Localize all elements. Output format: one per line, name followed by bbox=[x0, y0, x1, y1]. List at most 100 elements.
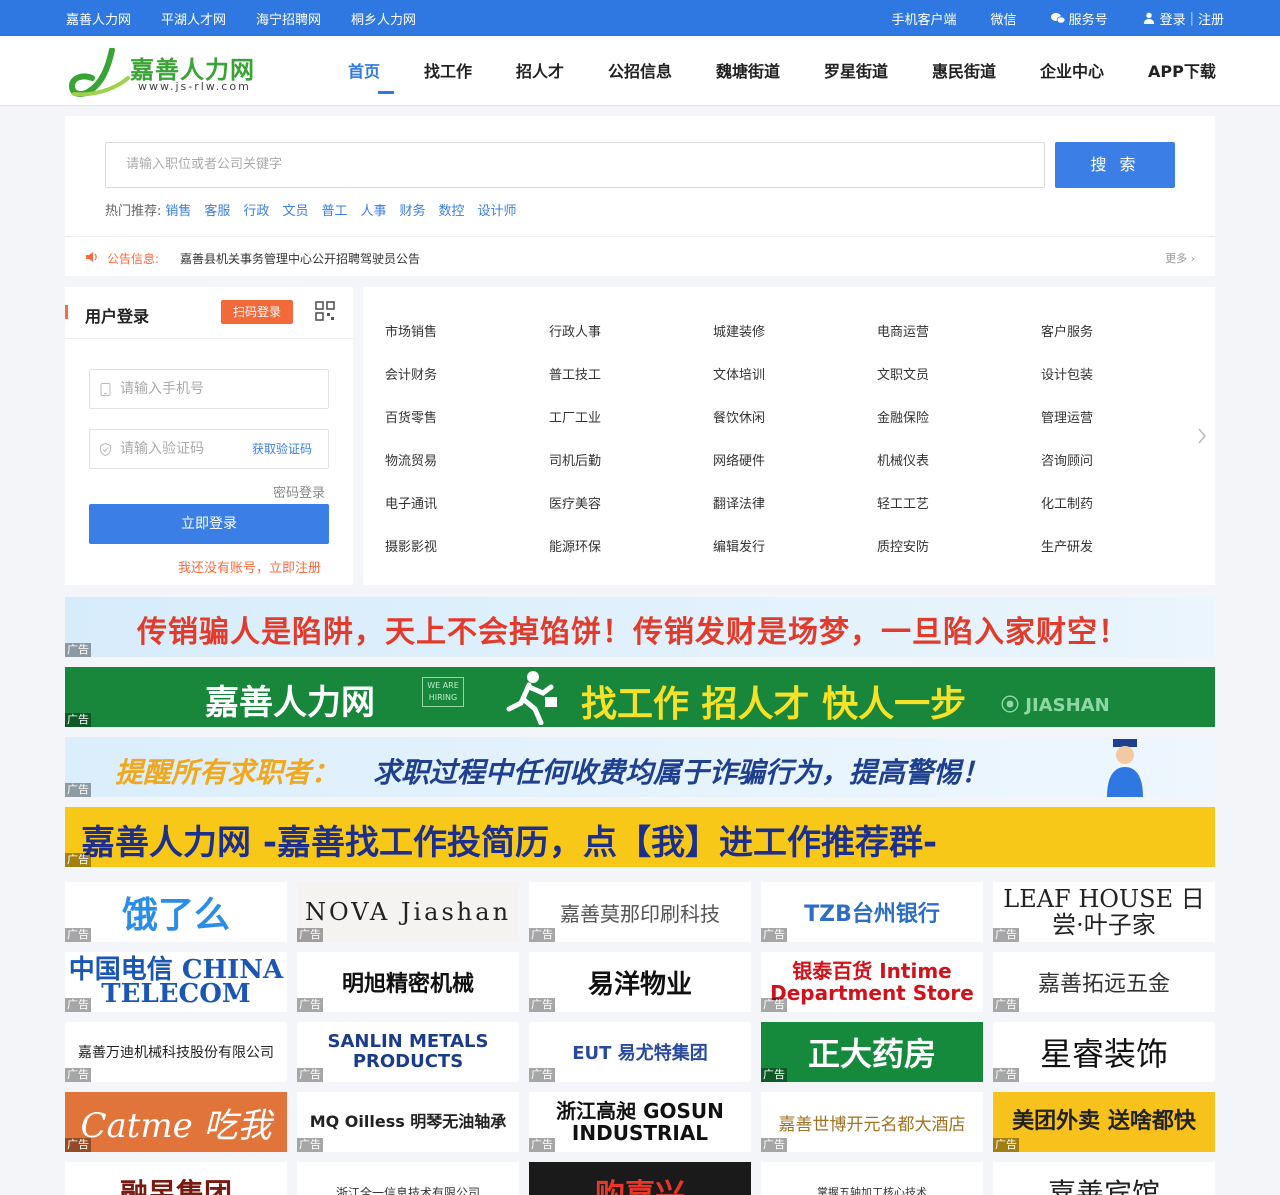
scan-login-button[interactable]: 扫码登录 bbox=[221, 300, 293, 324]
category-link[interactable]: 化工制药 bbox=[1041, 493, 1093, 512]
login-link[interactable]: 登录 | 注册 bbox=[1142, 9, 1224, 28]
register-link[interactable]: 我还没有账号，立即注册 bbox=[178, 557, 321, 576]
sponsor-logo-ad[interactable]: LEAF HOUSE 日尝·叶子家 广告 bbox=[993, 882, 1215, 942]
category-link[interactable]: 生产研发 bbox=[1041, 536, 1093, 555]
site-logo[interactable]: 嘉善人力网 www.js-rlw.com bbox=[68, 46, 268, 98]
category-link[interactable]: 司机后勤 bbox=[549, 450, 601, 469]
site-link[interactable]: 桐乡人力网 bbox=[351, 9, 416, 28]
category-link[interactable]: 编辑发行 bbox=[713, 536, 765, 555]
category-link[interactable]: 工厂工业 bbox=[549, 407, 601, 426]
category-link[interactable]: 百货零售 bbox=[385, 407, 437, 426]
site-link[interactable]: 嘉善人力网 bbox=[66, 9, 131, 28]
nav-app-download[interactable]: APP下载 bbox=[1148, 36, 1216, 106]
nav-public-recruit[interactable]: 公招信息 bbox=[608, 36, 716, 106]
category-link[interactable]: 客户服务 bbox=[1041, 321, 1093, 340]
sponsor-logo-ad[interactable]: 饿了么 广告 bbox=[65, 882, 287, 942]
sponsor-logo-ad[interactable]: NOVA Jiashan 广告 bbox=[297, 882, 519, 942]
category-link[interactable]: 能源环保 bbox=[549, 536, 601, 555]
hot-keyword[interactable]: 客服 bbox=[204, 200, 230, 219]
hot-keyword[interactable]: 设计师 bbox=[478, 200, 517, 219]
sponsor-logo-ad[interactable]: 嘉善世博开元名都大酒店 广告 bbox=[761, 1092, 983, 1152]
nav-huimin[interactable]: 惠民街道 bbox=[932, 36, 1040, 106]
ad-banner-anti-mlm[interactable]: 传销骗人是陷阱，天上不会掉馅饼！传销发财是场梦，一旦陷入家财空！ 广告 bbox=[65, 597, 1215, 657]
category-link[interactable]: 普工技工 bbox=[549, 364, 601, 383]
category-link[interactable]: 设计包装 bbox=[1041, 364, 1093, 383]
sponsor-logo-ad[interactable]: TZB台州银行 广告 bbox=[761, 882, 983, 942]
sponsor-logo-ad[interactable]: 融昱集团广告 bbox=[65, 1162, 287, 1195]
category-link[interactable]: 管理运营 bbox=[1041, 407, 1093, 426]
site-link[interactable]: 海宁招聘网 bbox=[256, 9, 321, 28]
category-link[interactable]: 翻译法律 bbox=[713, 493, 765, 512]
sponsor-logo-ad[interactable]: 中国电信 CHINA TELECOM 广告 bbox=[65, 952, 287, 1012]
sponsor-logo-ad[interactable]: Catme 吃我 广告 bbox=[65, 1092, 287, 1152]
password-login-link[interactable]: 密码登录 bbox=[273, 482, 325, 501]
sponsor-logo-ad[interactable]: 购嘉兴广告 bbox=[529, 1162, 751, 1195]
notice-link[interactable]: 嘉善县机关事务管理中心公开招聘驾驶员公告 bbox=[180, 250, 420, 267]
nav-find-talent[interactable]: 招人才 bbox=[516, 36, 608, 106]
nav-find-job[interactable]: 找工作 bbox=[424, 36, 516, 106]
wechat-link[interactable]: 微信 bbox=[991, 9, 1017, 28]
sponsor-logo-ad[interactable]: 掌握五轴加工核心技术广告 bbox=[761, 1162, 983, 1195]
category-link[interactable]: 文体培训 bbox=[713, 364, 765, 383]
category-link[interactable]: 咨询顾问 bbox=[1041, 450, 1093, 469]
category-link[interactable]: 餐饮休闲 bbox=[713, 407, 765, 426]
sponsor-logo-ad[interactable]: 正大药房 广告 bbox=[761, 1022, 983, 1082]
category-link[interactable]: 电子通讯 bbox=[385, 493, 437, 512]
category-link[interactable]: 行政人事 bbox=[549, 321, 601, 340]
sponsor-logo-ad[interactable]: 嘉善宾馆广告 bbox=[993, 1162, 1215, 1195]
service-account-link[interactable]: 服务号 bbox=[1050, 9, 1108, 28]
site-link[interactable]: 平湖人才网 bbox=[161, 9, 226, 28]
sponsor-logo-ad[interactable]: 浙江全一信息技术有限公司广告 bbox=[297, 1162, 519, 1195]
register-link[interactable]: 注册 bbox=[1198, 9, 1224, 28]
hot-keyword[interactable]: 数控 bbox=[439, 200, 465, 219]
sponsor-logo-ad[interactable]: MQ Oilless 明琴无油轴承 广告 bbox=[297, 1092, 519, 1152]
nav-home[interactable]: 首页 bbox=[348, 36, 424, 106]
ad-banner-jsrlw[interactable]: 嘉善人力网 WE ARE HIRING 找工作 招人才 快人一步 ⦿ JIASH… bbox=[65, 667, 1215, 727]
category-link[interactable]: 物流贸易 bbox=[385, 450, 437, 469]
nav-luoxing[interactable]: 罗星街道 bbox=[824, 36, 932, 106]
ad-banner-fraud-warning[interactable]: 提醒所有求职者： 求职过程中任何收费均属于诈骗行为，提高警惕！ 广告 bbox=[65, 737, 1215, 797]
category-link[interactable]: 电商运营 bbox=[877, 321, 929, 340]
phone-input[interactable]: 请输入手机号 bbox=[89, 369, 329, 409]
login-submit-button[interactable]: 立即登录 bbox=[89, 504, 329, 544]
hot-keyword[interactable]: 行政 bbox=[243, 200, 269, 219]
sponsor-logo-ad[interactable]: 星睿装饰 广告 bbox=[993, 1022, 1215, 1082]
hot-keyword[interactable]: 普工 bbox=[321, 200, 347, 219]
notice-more-link[interactable]: 更多 › bbox=[1165, 250, 1195, 266]
category-link[interactable]: 机械仪表 bbox=[877, 450, 929, 469]
code-input[interactable]: 请输入验证码 获取验证码 bbox=[89, 429, 329, 469]
sponsor-logo-ad[interactable]: 银泰百货 Intime Department Store 广告 bbox=[761, 952, 983, 1012]
search-button[interactable]: 搜 索 bbox=[1055, 142, 1175, 188]
nav-weitang[interactable]: 魏塘街道 bbox=[716, 36, 824, 106]
category-link[interactable]: 摄影影视 bbox=[385, 536, 437, 555]
sponsor-logo-ad[interactable]: 嘉善万迪机械科技股份有限公司 广告 bbox=[65, 1022, 287, 1082]
sponsor-logo-ad[interactable]: 嘉善莫那印刷科技 广告 bbox=[529, 882, 751, 942]
sponsor-logo-ad[interactable]: 嘉善拓远五金 广告 bbox=[993, 952, 1215, 1012]
category-link[interactable]: 城建装修 bbox=[713, 321, 765, 340]
sponsor-logo-ad[interactable]: 浙江高昶 GOSUN INDUSTRIAL 广告 bbox=[529, 1092, 751, 1152]
chevron-right-icon[interactable] bbox=[1197, 427, 1207, 445]
get-code-button[interactable]: 获取验证码 bbox=[252, 430, 312, 468]
sponsor-logo-ad[interactable]: 美团外卖 送啥都快 广告 bbox=[993, 1092, 1215, 1152]
search-input[interactable]: 请输入职位或者公司关键字 bbox=[105, 142, 1045, 188]
category-link[interactable]: 文职文员 bbox=[877, 364, 929, 383]
nav-enterprise[interactable]: 企业中心 bbox=[1040, 36, 1148, 106]
qr-code-icon[interactable] bbox=[315, 301, 335, 321]
ad-banner-wechat-group[interactable]: 嘉善人力网 -嘉善找工作投简历，点【我】进工作推荐群- 广告 bbox=[65, 807, 1215, 867]
hot-keyword[interactable]: 财务 bbox=[399, 200, 425, 219]
sponsor-logo-ad[interactable]: 明旭精密机械 广告 bbox=[297, 952, 519, 1012]
category-link[interactable]: 医疗美容 bbox=[549, 493, 601, 512]
sponsor-logo-ad[interactable]: EUT 易尤特集团 广告 bbox=[529, 1022, 751, 1082]
category-link[interactable]: 市场销售 bbox=[385, 321, 437, 340]
hot-keyword[interactable]: 销售 bbox=[165, 200, 191, 219]
mobile-link[interactable]: 手机客户端 bbox=[892, 9, 957, 28]
category-link[interactable]: 轻工工艺 bbox=[877, 493, 929, 512]
category-link[interactable]: 质控安防 bbox=[877, 536, 929, 555]
category-link[interactable]: 会计财务 bbox=[385, 364, 437, 383]
sponsor-logo-ad[interactable]: SANLIN METALS PRODUCTS 广告 bbox=[297, 1022, 519, 1082]
sponsor-logo-ad[interactable]: 易洋物业 广告 bbox=[529, 952, 751, 1012]
category-link[interactable]: 网络硬件 bbox=[713, 450, 765, 469]
category-link[interactable]: 金融保险 bbox=[877, 407, 929, 426]
hot-keyword[interactable]: 文员 bbox=[282, 200, 308, 219]
hot-keyword[interactable]: 人事 bbox=[360, 200, 386, 219]
